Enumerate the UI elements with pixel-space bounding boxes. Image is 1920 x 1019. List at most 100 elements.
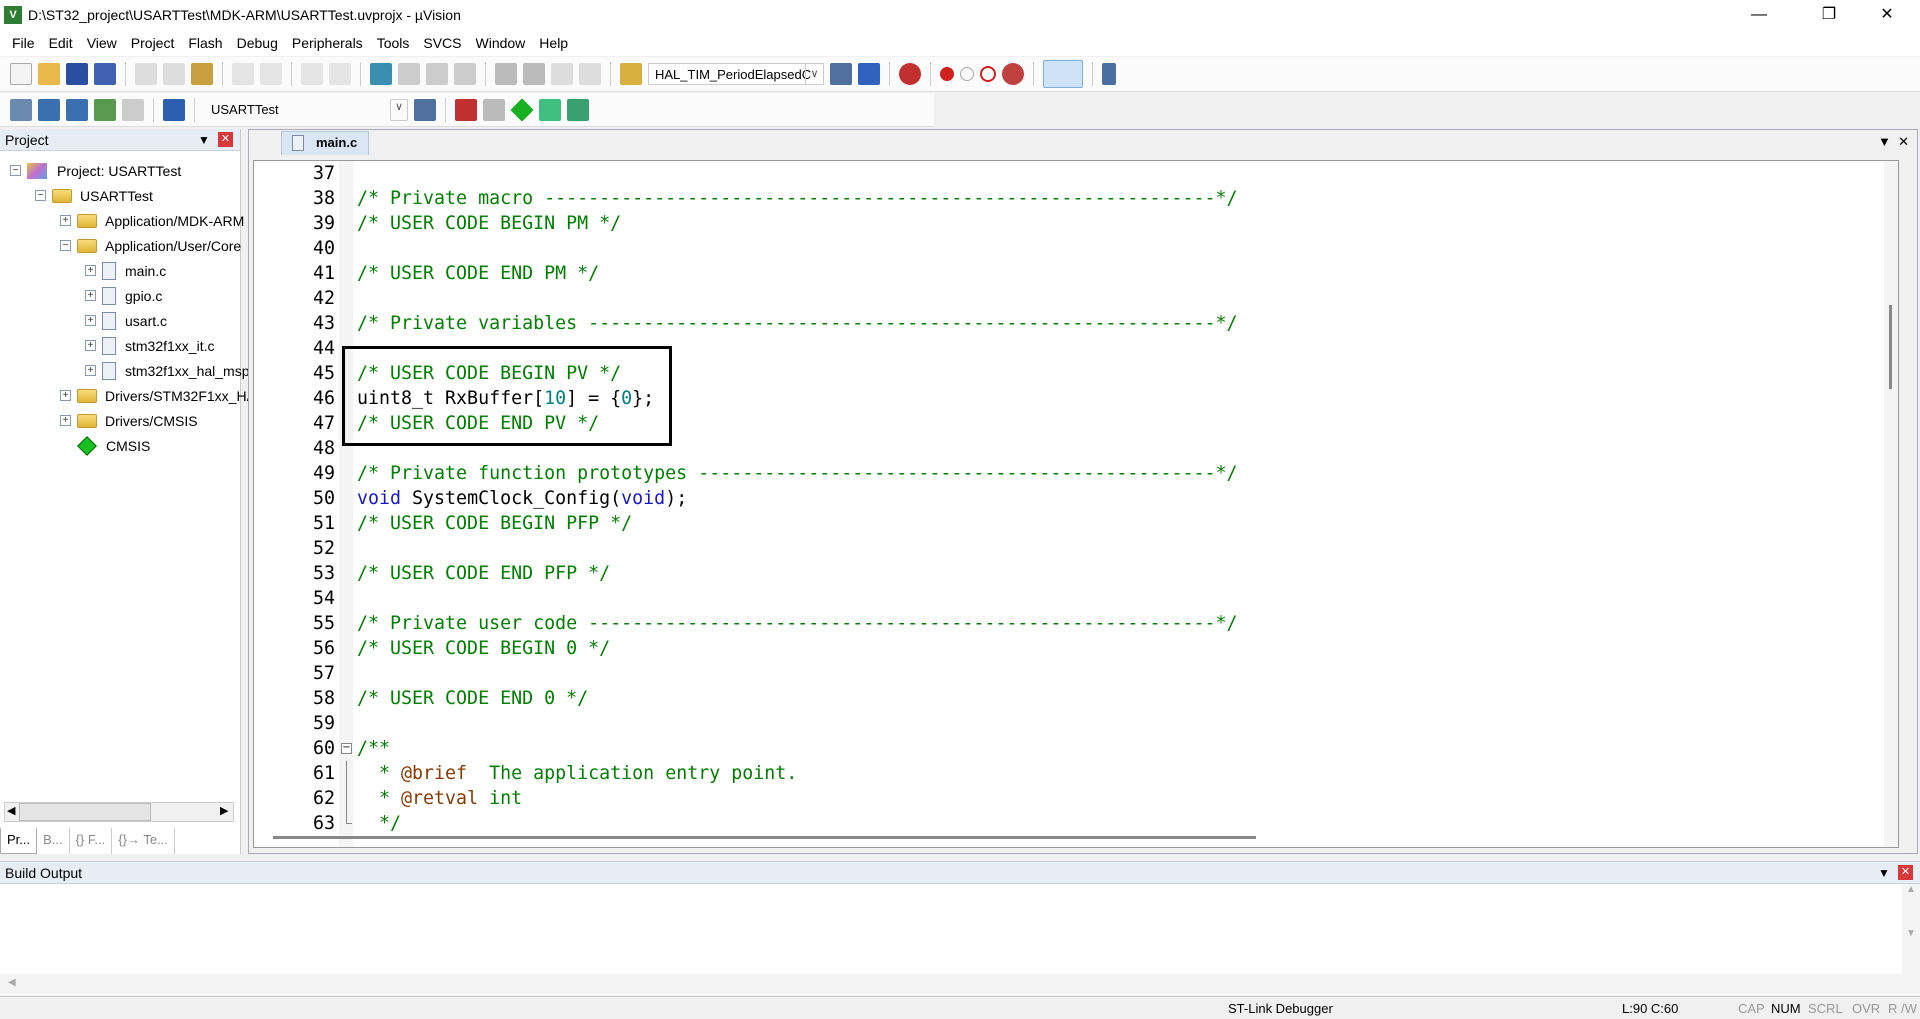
- select-packs-icon[interactable]: [483, 98, 505, 121]
- kill-breakpoints-icon[interactable]: [1002, 63, 1024, 85]
- breakpoint-icon[interactable]: [940, 67, 954, 81]
- manage-rte-icon[interactable]: [510, 97, 534, 122]
- horizontal-scrollbar[interactable]: ◀ ▶: [4, 802, 234, 822]
- tree-item[interactable]: − USARTTest: [35, 183, 153, 208]
- vertical-scrollbar[interactable]: ▲ ▼: [1902, 884, 1920, 974]
- cut-icon[interactable]: [135, 63, 157, 85]
- software-packs-icon[interactable]: [567, 98, 589, 121]
- options-for-target-icon[interactable]: [414, 98, 436, 121]
- panel-tab[interactable]: B...: [37, 828, 70, 854]
- window-layout-icon[interactable]: [1043, 60, 1083, 88]
- expand-icon[interactable]: +: [85, 340, 96, 351]
- tree-item[interactable]: + usart.c: [85, 308, 167, 333]
- expand-icon[interactable]: +: [85, 290, 96, 301]
- collapse-icon[interactable]: −: [35, 190, 46, 201]
- collapse-icon[interactable]: −: [10, 165, 21, 176]
- save-icon[interactable]: [66, 63, 88, 85]
- menu-project[interactable]: Project: [125, 35, 183, 51]
- menu-debug[interactable]: Debug: [231, 35, 286, 51]
- close-panel-icon[interactable]: ✕: [218, 132, 233, 147]
- horizontal-scrollbar[interactable]: [273, 836, 1256, 839]
- tree-item[interactable]: + Application/MDK-ARM: [60, 208, 244, 233]
- unindent-icon[interactable]: [523, 63, 545, 85]
- scroll-left-icon[interactable]: ◀: [7, 804, 15, 817]
- horizontal-scrollbar[interactable]: ◀: [0, 974, 1920, 994]
- fold-collapse-icon[interactable]: −: [341, 743, 352, 754]
- close-tab-icon[interactable]: ✕: [1898, 134, 1909, 149]
- chevron-down-icon[interactable]: ∨: [805, 64, 823, 84]
- find-combo[interactable]: HAL_TIM_PeriodElapsedC ∨: [648, 63, 824, 85]
- copy-icon[interactable]: [163, 63, 185, 85]
- disable-breakpoint-icon[interactable]: [960, 67, 974, 81]
- menu-tools[interactable]: Tools: [371, 35, 418, 51]
- pin-icon[interactable]: ▼: [198, 129, 210, 151]
- expand-icon[interactable]: +: [85, 265, 96, 276]
- menu-flash[interactable]: Flash: [182, 35, 230, 51]
- tree-item[interactable]: + stm32f1xx_hal_msp.c: [85, 358, 260, 383]
- collapse-icon[interactable]: −: [60, 240, 71, 251]
- tree-item[interactable]: CMSIS: [60, 433, 150, 458]
- vertical-scrollbar[interactable]: [1884, 161, 1898, 847]
- tab-main-c[interactable]: main.c: [281, 131, 369, 155]
- expand-icon[interactable]: +: [85, 365, 96, 376]
- pin-icon[interactable]: ▼: [1878, 862, 1890, 884]
- tab-list-icon[interactable]: ▼: [1878, 134, 1891, 149]
- save-all-icon[interactable]: [94, 63, 116, 85]
- comment-icon[interactable]: [551, 63, 573, 85]
- batch-build-icon[interactable]: [94, 98, 116, 121]
- menu-edit[interactable]: Edit: [43, 35, 81, 51]
- panel-tab[interactable]: {} F...: [70, 828, 113, 854]
- stop-build-icon[interactable]: [122, 98, 144, 121]
- panel-tab[interactable]: Pr...: [0, 828, 38, 854]
- target-combo[interactable]: USARTTest: [204, 99, 384, 121]
- expand-icon[interactable]: +: [85, 315, 96, 326]
- expand-icon[interactable]: +: [60, 390, 71, 401]
- paste-icon[interactable]: [191, 63, 213, 85]
- build-icon[interactable]: [38, 98, 60, 121]
- load-download-icon[interactable]: [163, 98, 185, 121]
- menu-window[interactable]: Window: [470, 35, 534, 51]
- minimize-button[interactable]: —: [1736, 0, 1782, 29]
- restore-button[interactable]: ❐: [1806, 0, 1852, 29]
- menu-peripherals[interactable]: Peripherals: [286, 35, 371, 51]
- menu-file[interactable]: File: [6, 35, 43, 51]
- pack-installer-icon[interactable]: [539, 98, 561, 121]
- close-panel-icon[interactable]: ✕: [1898, 865, 1913, 880]
- tree-item[interactable]: + Drivers/CMSIS: [60, 408, 198, 433]
- expand-icon[interactable]: +: [60, 215, 71, 226]
- redo-icon[interactable]: [260, 63, 282, 85]
- menu-view[interactable]: View: [81, 35, 125, 51]
- uncomment-icon[interactable]: [579, 63, 601, 85]
- manage-project-items-icon[interactable]: [455, 98, 477, 121]
- build-output-text[interactable]: [0, 884, 1902, 974]
- clear-bookmarks-icon[interactable]: [454, 63, 476, 85]
- new-file-icon[interactable]: [10, 63, 32, 85]
- rebuild-icon[interactable]: [66, 98, 88, 121]
- debug-session-icon[interactable]: [899, 63, 921, 85]
- find-in-files-icon[interactable]: [620, 63, 642, 85]
- next-bookmark-icon[interactable]: [426, 63, 448, 85]
- navigate-back-icon[interactable]: [301, 63, 323, 85]
- navigate-forward-icon[interactable]: [329, 63, 351, 85]
- open-file-icon[interactable]: [38, 63, 60, 85]
- disable-all-breakpoints-icon[interactable]: [980, 66, 996, 82]
- indent-icon[interactable]: [495, 63, 517, 85]
- tree-item[interactable]: + stm32f1xx_it.c: [85, 333, 214, 358]
- wrench-icon[interactable]: [1102, 63, 1116, 85]
- tree-item[interactable]: − Application/User/Core: [60, 233, 241, 258]
- translate-icon[interactable]: [10, 98, 32, 121]
- close-button[interactable]: ✕: [1864, 0, 1910, 29]
- expand-icon[interactable]: +: [60, 415, 71, 426]
- undo-icon[interactable]: [232, 63, 254, 85]
- code-area[interactable]: 37 38 /* Private macro -------------------…: [253, 160, 1899, 848]
- bookmark-icon[interactable]: [370, 63, 392, 85]
- incremental-find-icon[interactable]: [858, 63, 880, 85]
- tree-item[interactable]: + main.c: [85, 258, 166, 283]
- find-icon[interactable]: [830, 63, 852, 85]
- menu-svcs[interactable]: SVCS: [417, 35, 469, 51]
- scrollbar-thumb[interactable]: [1889, 305, 1892, 389]
- prev-bookmark-icon[interactable]: [398, 63, 420, 85]
- panel-tab[interactable]: {}→ Te...: [112, 828, 175, 854]
- tree-item[interactable]: + gpio.c: [85, 283, 162, 308]
- scroll-right-icon[interactable]: ▶: [220, 804, 228, 817]
